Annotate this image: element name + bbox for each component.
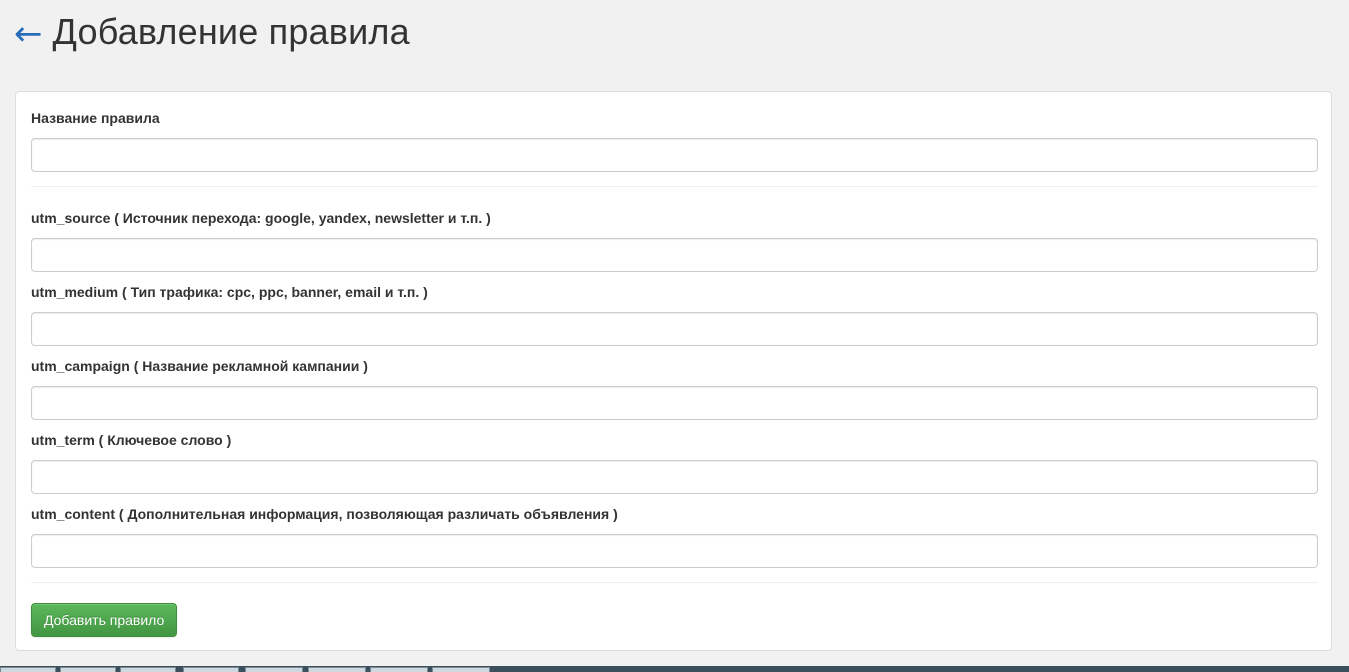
utm-campaign-group: utm_campaign ( Название рекламной кампан… bbox=[31, 356, 1318, 420]
utm-source-input[interactable] bbox=[31, 238, 1318, 272]
taskbar-button[interactable] bbox=[0, 667, 56, 672]
taskbar-button[interactable] bbox=[120, 667, 176, 672]
utm-term-group: utm_term ( Ключевое слово ) bbox=[31, 430, 1318, 494]
rule-name-label: Название правила bbox=[31, 110, 160, 126]
utm-campaign-label: utm_campaign ( Название рекламной кампан… bbox=[31, 358, 368, 374]
taskbar-button[interactable] bbox=[308, 667, 366, 672]
back-arrow-icon[interactable]: ← bbox=[14, 17, 43, 51]
utm-campaign-input[interactable] bbox=[31, 386, 1318, 420]
divider bbox=[31, 582, 1318, 583]
rule-name-input[interactable] bbox=[31, 138, 1318, 172]
utm-content-input[interactable] bbox=[31, 534, 1318, 568]
taskbar-button[interactable] bbox=[370, 667, 428, 672]
utm-medium-input[interactable] bbox=[31, 312, 1318, 346]
page-header: ← Добавление правила bbox=[14, 8, 410, 56]
add-rule-button[interactable]: Добавить правило bbox=[31, 603, 178, 637]
utm-term-input[interactable] bbox=[31, 460, 1318, 494]
taskbar-button[interactable] bbox=[432, 667, 490, 672]
rule-name-group: Название правила bbox=[31, 108, 1318, 172]
taskbar-button[interactable] bbox=[183, 667, 239, 672]
rule-form-panel: Название правила utm_source ( Источник п… bbox=[15, 91, 1332, 651]
utm-content-group: utm_content ( Дополнительная информация,… bbox=[31, 504, 1318, 568]
utm-medium-label: utm_medium ( Тип трафика: cpc, ppc, bann… bbox=[31, 284, 428, 300]
taskbar-button[interactable] bbox=[245, 667, 303, 672]
divider bbox=[31, 186, 1318, 187]
utm-source-label: utm_source ( Источник перехода: google, … bbox=[31, 210, 491, 226]
utm-content-label: utm_content ( Дополнительная информация,… bbox=[31, 506, 618, 522]
taskbar-button[interactable] bbox=[60, 667, 116, 672]
utm-medium-group: utm_medium ( Тип трафика: cpc, ppc, bann… bbox=[31, 282, 1318, 346]
page-title: Добавление правила bbox=[52, 11, 410, 52]
utm-source-group: utm_source ( Источник перехода: google, … bbox=[31, 208, 1318, 272]
utm-term-label: utm_term ( Ключевое слово ) bbox=[31, 432, 232, 448]
